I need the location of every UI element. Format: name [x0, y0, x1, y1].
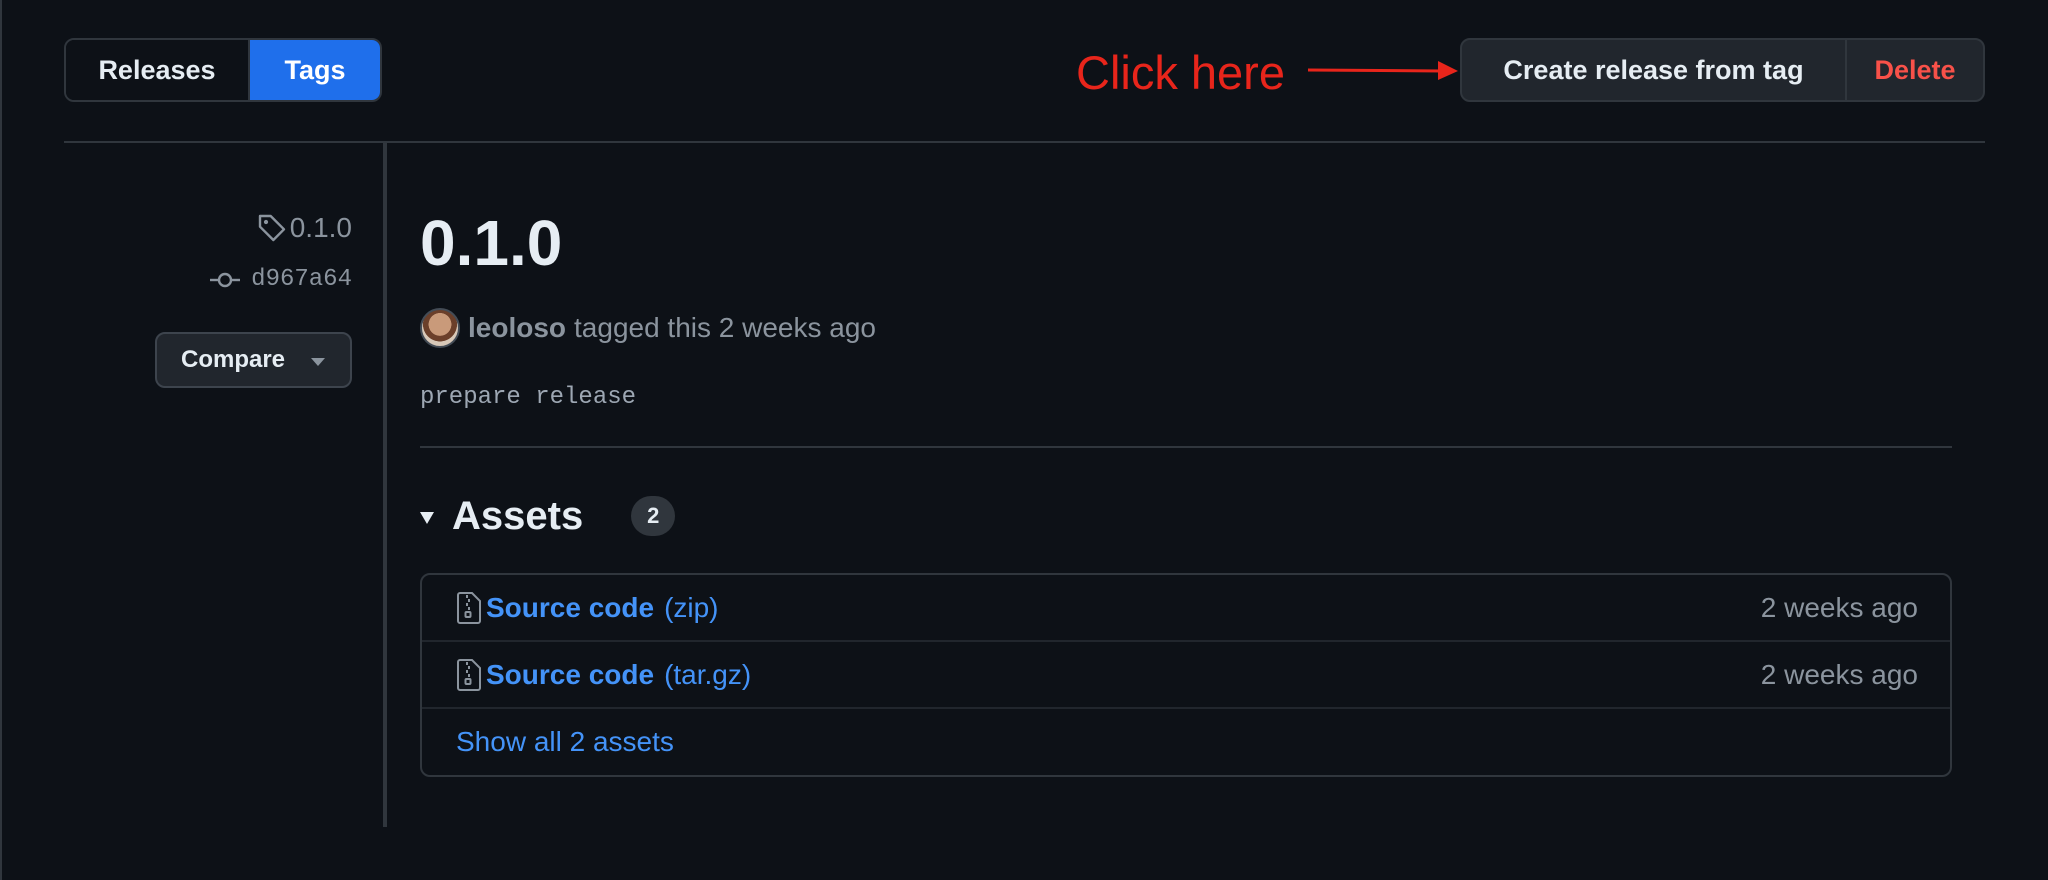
compare-button[interactable]: Compare [155, 332, 352, 388]
assets-list: Source code (zip) 2 weeks ago Source cod… [420, 573, 1952, 777]
asset-time: 2 weeks ago [1760, 658, 1918, 690]
commit-message: prepare release [420, 384, 637, 411]
file-zip-icon [457, 591, 481, 624]
file-zip-icon [457, 658, 481, 691]
commit-icon [210, 272, 241, 287]
commit-reference[interactable]: d967a64 [209, 266, 352, 293]
show-all-assets-link[interactable]: Show all 2 assets [422, 709, 1950, 775]
asset-format: (tar.gz) [664, 658, 752, 690]
author-link[interactable]: leoloso [468, 312, 566, 344]
tag-icon [258, 214, 285, 242]
annotation-arrow-icon [1307, 61, 1458, 80]
assets-toggle[interactable]: Assets 2 [420, 488, 676, 544]
assets-title: Assets [452, 493, 584, 538]
asset-name: Source code [486, 658, 655, 690]
create-release-button[interactable]: Create release from tag [1462, 40, 1847, 100]
tagged-by-line: leoloso tagged this 2 weeks ago [420, 306, 876, 350]
asset-time: 2 weeks ago [1760, 591, 1918, 623]
source-targz-link[interactable]: Source code (tar.gz) [456, 658, 751, 692]
asset-format: (zip) [664, 591, 719, 623]
asset-name: Source code [486, 591, 655, 623]
tag-actions: Create release from tag Delete [1460, 38, 1985, 102]
avatar[interactable] [420, 308, 460, 348]
annotation-label: Click here [1076, 45, 1285, 99]
header-divider [64, 141, 1985, 143]
list-item: Source code (zip) 2 weeks ago [422, 575, 1950, 642]
content-divider [420, 446, 1952, 448]
tag-reference[interactable]: 0.1.0 [256, 212, 352, 244]
triangle-down-icon [420, 512, 434, 524]
tab-tags[interactable]: Tags [250, 40, 380, 100]
annotation: Click here [1076, 40, 1285, 104]
tag-name: 0.1.0 [289, 212, 352, 243]
source-zip-link[interactable]: Source code (zip) [456, 591, 719, 625]
releases-tags-switch: Releases Tags [64, 38, 382, 102]
compare-label: Compare [181, 346, 286, 373]
chevron-down-icon [311, 358, 326, 366]
column-divider [383, 143, 387, 827]
tab-releases[interactable]: Releases [66, 40, 250, 100]
delete-button[interactable]: Delete [1847, 40, 1983, 100]
commit-sha: d967a64 [251, 266, 352, 293]
tagged-text: tagged this 2 weeks ago [574, 312, 876, 343]
assets-count-badge: 2 [631, 496, 676, 536]
window-edge [0, 0, 2, 880]
list-item: Source code (tar.gz) 2 weeks ago [422, 642, 1950, 709]
release-title: 0.1.0 [420, 207, 563, 279]
